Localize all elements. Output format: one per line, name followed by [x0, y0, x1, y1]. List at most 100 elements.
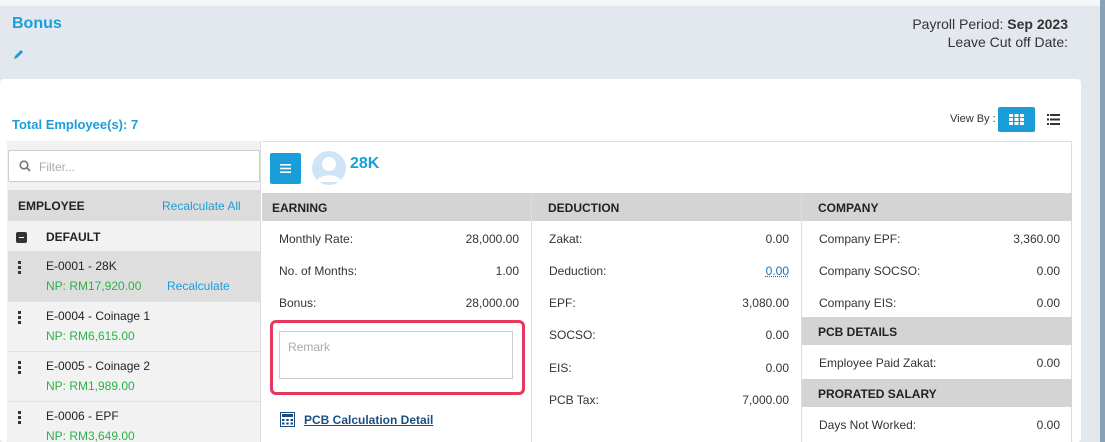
row-value: 0.00	[1036, 356, 1060, 370]
row-value: 28,000.00	[465, 232, 519, 246]
company-row: Company EIS: 0.00	[802, 285, 1072, 317]
row-value: 0.00	[765, 232, 789, 246]
filter-input[interactable]	[39, 158, 239, 176]
payroll-period-label: Payroll Period:	[912, 16, 1004, 32]
menu-button[interactable]	[270, 153, 301, 184]
leave-cutoff-label: Leave Cut off Date:	[947, 34, 1068, 50]
pcb-link-text[interactable]: PCB Calculation Detail	[304, 413, 433, 427]
employee-title: 28K	[350, 155, 380, 172]
deduction-row: PCB Tax: 7,000.00	[532, 382, 801, 414]
remark-highlight: Remark	[270, 320, 525, 395]
kebab-menu-icon[interactable]	[18, 411, 22, 426]
prorated-row: Days Not Worked: 0.00	[802, 407, 1072, 439]
employee-name: E-0005 - Coinage 2	[46, 359, 151, 373]
row-label: Zakat:	[549, 232, 583, 246]
pcb-row: Employee Paid Zakat: 0.00	[802, 345, 1072, 379]
group-label: DEFAULT	[46, 230, 101, 244]
view-grid-button[interactable]	[998, 107, 1035, 132]
row-label: Company EIS:	[819, 296, 897, 310]
payroll-info: Payroll Period: Sep 2023 Leave Cut off D…	[912, 15, 1068, 51]
page-title: Bonus	[12, 15, 62, 32]
remark-textarea[interactable]: Remark	[279, 331, 513, 379]
employee-name: E-0001 - 28K	[46, 259, 117, 273]
employee-row[interactable]: E-0005 - Coinage 2 NP: RM1,989.00	[8, 352, 260, 402]
page-scrollbar[interactable]	[1100, 0, 1105, 442]
pencil-icon[interactable]	[13, 48, 25, 60]
calculator-icon	[280, 412, 295, 427]
deduction-row: Deduction: 0.00	[532, 253, 801, 285]
payroll-period-value: Sep 2023	[1007, 16, 1068, 32]
earning-row: No. of Months: 1.00	[262, 253, 531, 285]
search-icon	[19, 160, 31, 172]
row-value: 0.00	[765, 361, 789, 375]
avatar-icon	[312, 151, 346, 185]
view-by-label: View By :	[950, 113, 996, 125]
kebab-menu-icon[interactable]	[18, 361, 22, 376]
row-value: 3,360.00	[1013, 232, 1060, 246]
prorated-salary-heading: PRORATED SALARY	[802, 379, 1072, 407]
employee-row[interactable]: E-0004 - Coinage 1 NP: RM6,615.00	[8, 302, 260, 352]
row-value: 1.00	[495, 264, 519, 278]
deduction-row: Zakat: 0.00	[532, 221, 801, 253]
employee-row[interactable]: E-0006 - EPF NP: RM3,649.00	[8, 402, 260, 442]
employee-header-label: EMPLOYEE	[18, 199, 85, 213]
employee-detail-panel: 28K EARNING Monthly Rate: 28,000.00 No. …	[262, 141, 1072, 442]
deduction-heading: DEDUCTION	[532, 193, 801, 221]
earning-heading: EARNING	[262, 193, 531, 221]
deduction-column: DEDUCTION Zakat: 0.00 Deduction: 0.00 EP…	[532, 193, 802, 442]
row-value: 7,000.00	[742, 393, 789, 407]
earning-row: Monthly Rate: 28,000.00	[262, 221, 531, 253]
deduction-row: SOCSO: 0.00	[532, 317, 801, 350]
employee-net-pay: NP: RM1,989.00	[46, 379, 135, 393]
collapse-icon[interactable]	[16, 232, 27, 243]
deduction-row: EPF: 3,080.00	[532, 285, 801, 317]
row-value: 0.00	[765, 328, 789, 342]
company-heading: COMPANY	[802, 193, 1072, 221]
company-row: Company EPF: 3,360.00	[802, 221, 1072, 253]
employee-net-pay: NP: RM17,920.00	[46, 279, 142, 293]
row-label: Company SOCSO:	[819, 264, 921, 278]
row-label: Monthly Rate:	[279, 232, 354, 246]
row-value: 0.00	[1036, 264, 1060, 278]
row-value: 28,000.00	[465, 296, 519, 310]
row-value: 0.00	[1036, 418, 1060, 432]
bonus-card: Total Employee(s): 7 View By : Filter...…	[0, 79, 1081, 442]
list-icon	[1046, 114, 1060, 125]
company-row: Company SOCSO: 0.00	[802, 253, 1072, 285]
pcb-calculation-link[interactable]: PCB Calculation Detail	[280, 412, 433, 427]
row-label: Days Not Worked:	[819, 418, 917, 432]
earning-row: Bonus: 28,000.00	[262, 285, 531, 317]
kebab-menu-icon[interactable]	[18, 311, 22, 326]
recalculate-link[interactable]: Recalculate	[167, 279, 230, 293]
row-label: Employee Paid Zakat:	[819, 356, 937, 370]
employee-list-header: EMPLOYEE Recalculate All	[8, 190, 260, 221]
row-label: Company EPF:	[819, 232, 901, 246]
employee-name: E-0004 - Coinage 1	[46, 309, 151, 323]
hamburger-icon	[280, 164, 291, 173]
kebab-menu-icon[interactable]	[18, 261, 22, 276]
row-label: EPF:	[549, 296, 576, 310]
row-label: Bonus:	[279, 296, 317, 310]
recalculate-all-link[interactable]: Recalculate All	[162, 199, 241, 213]
row-label: Deduction:	[549, 264, 607, 278]
company-column: COMPANY Company EPF: 3,360.00 Company SO…	[802, 193, 1072, 442]
employee-net-pay: NP: RM3,649.00	[46, 429, 135, 442]
pcb-details-heading: PCB DETAILS	[802, 317, 1072, 345]
earning-column: EARNING Monthly Rate: 28,000.00 No. of M…	[262, 193, 532, 442]
view-list-button[interactable]	[1043, 107, 1063, 132]
total-employees: Total Employee(s): 7	[12, 117, 139, 132]
grid-icon	[1009, 114, 1024, 125]
employee-panel: EMPLOYEE Recalculate All DEFAULT E-0001 …	[7, 141, 261, 442]
row-label: PCB Tax:	[549, 393, 599, 407]
deduction-row: EIS: 0.00	[532, 350, 801, 382]
row-value: 0.00	[1036, 296, 1060, 310]
deduction-value-link[interactable]: 0.00	[766, 264, 789, 278]
row-label: SOCSO:	[549, 328, 596, 342]
employee-name: E-0006 - EPF	[46, 409, 119, 423]
employee-row[interactable]: E-0001 - 28K NP: RM17,920.00 Recalculate	[8, 252, 260, 302]
filter-box[interactable]	[8, 150, 260, 182]
employee-net-pay: NP: RM6,615.00	[46, 329, 135, 343]
row-label: No. of Months:	[279, 264, 358, 278]
top-strip	[0, 0, 1105, 6]
group-default[interactable]: DEFAULT	[8, 221, 260, 252]
